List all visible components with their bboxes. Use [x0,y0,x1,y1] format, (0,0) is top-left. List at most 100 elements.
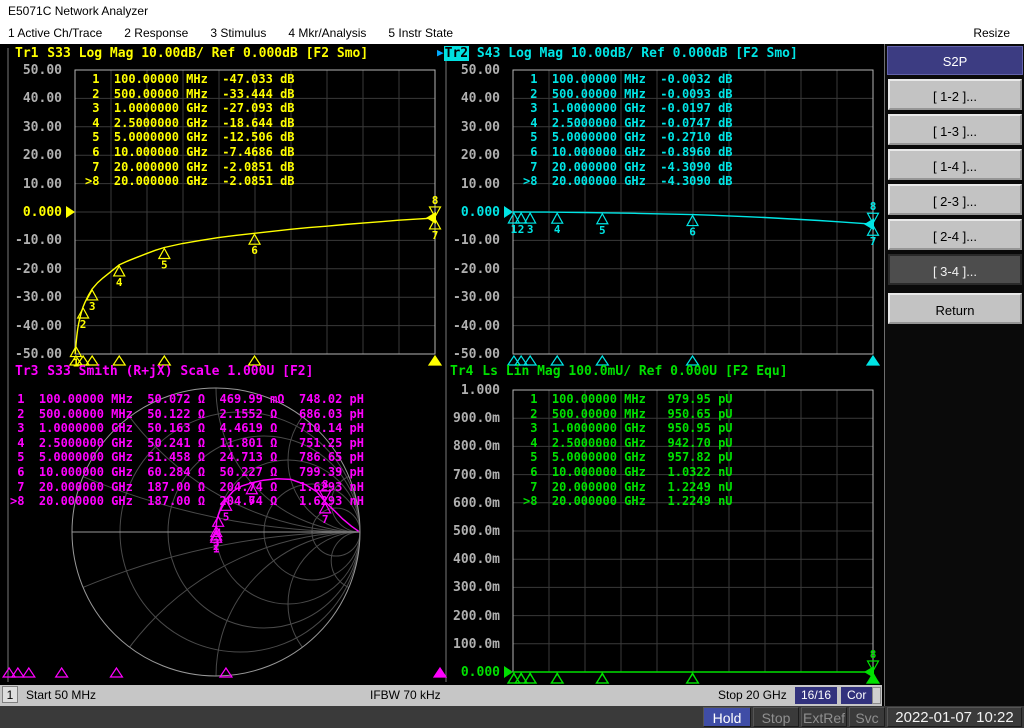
tr1-marker-row: 7 20.000000 GHz -2.0851 dB [85,159,295,174]
tr3-title-rest: S33 Smith (R+jX) Scale 1.000U [F2] [39,364,314,379]
tr4-ytick: 800.0m [453,439,500,455]
softkey-sidebar: S2P [ 1-2 ]... [ 1-3 ]... [ 1-4 ]... [ 2… [884,44,1024,706]
tr4-marker-row: 1 100.00000 MHz 979.95 pU [523,392,733,406]
tr3-marker-row: 6 10.000000 GHz 60.284 Ω 50.227 Ω 799.39… [10,464,365,479]
tr2-marker-row: 5 5.0000000 GHz -0.2710 dB [523,130,733,145]
tr4-title-head: Tr4 [450,364,474,379]
tr4-ytick: 1.000 [460,383,500,398]
softkey-return[interactable]: Return [888,293,1022,324]
tr4-ytick: 400.0m [453,552,500,568]
tr3-marker-row: 4 2.5000000 GHz 50.241 Ω 11.801 Ω 751.25… [10,435,365,450]
tr2-ytick: -20.00 [453,261,500,277]
tr4-ytick: 500.0m [453,524,500,539]
tr4-marker-row: 3 1.0000000 GHz 950.95 pU [523,421,733,436]
tr2-ytick: 40.00 [460,91,500,107]
tr3-marker-row: 3 1.0000000 GHz 50.163 Ω 4.4619 Ω 710.14… [10,421,365,436]
stop-frequency-label: Stop 20 GHz [718,688,787,702]
tr4-marker-row: 6 10.000000 GHz 1.0322 nU [523,464,733,479]
tr2-ytick: 0.000 [460,205,500,220]
tr1-marker-row: 4 2.5000000 GHz -18.644 dB [85,115,295,130]
tr2-marker-row: 7 20.000000 GHz -4.3090 dB [523,159,733,174]
tr2-title-head: Tr2 [443,46,470,61]
tr1-title-rest: S33 Log Mag 10.00dB/ Ref 0.000dB [F2 Smo… [39,46,369,61]
tr1-ytick: 50.00 [22,63,62,78]
hold-status-badge: Hold [703,707,751,727]
softkey-3-4[interactable]: [ 3-4 ]... [888,254,1022,285]
tr1-ytick: 0.000 [22,205,62,220]
tr3-marker-row: 2 500.00000 MHz 50.122 Ω 2.1552 Ω 686.03… [10,406,365,421]
menu-mkr-analysis[interactable]: 4 Mkr/Analysis [288,22,366,44]
tr2-marker-row: 3 1.0000000 GHz -0.0197 dB [523,101,733,116]
window-title: E5071C Network Analyzer [0,0,1024,22]
tr2-marker-row: 2 500.00000 MHz -0.0093 dB [523,86,733,101]
tr4-ytick: 700.0m [453,467,500,483]
tr2-ytick: -40.00 [453,318,500,334]
tr1-marker-row: 1 100.00000 MHz -47.033 dB [85,72,295,86]
tr1-ytick: 40.00 [22,91,62,107]
menu-bar: 1 Active Ch/Trace 2 Response 3 Stimulus … [0,22,1024,44]
tr2-ytick: 50.00 [460,63,500,78]
active-trace-arrow-icon: ▶ [437,46,444,59]
tr4-ytick: 100.0m [453,636,500,652]
tr2-marker-table: 1 100.00000 MHz -0.0032 dB 2 500.00000 M… [523,72,733,189]
tr1-ytick: -20.00 [15,261,62,277]
tr4-marker-row: 5 5.0000000 GHz 957.82 pU [523,450,733,465]
tr4-title: Tr4 Ls Lin Mag 100.0mU/ Ref 0.000U [F2 E… [449,364,788,380]
softkey-1-3[interactable]: [ 1-3 ]... [888,114,1022,145]
tr3-marker-table: 1 100.00000 MHz 50.072 Ω 469.99 mΩ 748.0… [10,392,364,509]
tr1-ytick: -40.00 [15,318,62,334]
tr2-ytick: 30.00 [460,119,500,135]
correction-badge: Cor [841,687,873,704]
tr1-marker-row: 3 1.0000000 GHz -27.093 dB [85,101,295,116]
menu-stimulus[interactable]: 3 Stimulus [210,22,266,44]
menu-resize[interactable]: Resize [973,22,1010,44]
softkey-header-s2p: S2P [887,46,1023,75]
stop-indicator: Stop [753,707,799,727]
softkey-1-2[interactable]: [ 1-2 ]... [888,79,1022,110]
tr1-marker-row: 6 10.000000 GHz -7.4686 dB [85,144,295,159]
tr1-title-head: Tr1 [15,46,39,61]
tr3-title: Tr3 S33 Smith (R+jX) Scale 1.000U [F2] [14,364,313,380]
instrument-status-bar: Hold Stop ExtRef Svc 2022-01-07 10:22 [0,706,1024,728]
tr2-title-rest: S43 Log Mag 10.00dB/ Ref 0.000dB [F2 Smo… [469,46,798,61]
softkey-2-4[interactable]: [ 2-4 ]... [888,219,1022,250]
tr2-ytick: -50.00 [453,347,500,362]
tr2-marker-row: 4 2.5000000 GHz -0.0747 dB [523,115,733,130]
tr1-ytick: 30.00 [22,119,62,135]
tr4-marker-table: 1 100.00000 MHz 979.95 pU 2 500.00000 MH… [523,392,733,509]
menu-active-ch-trace[interactable]: 1 Active Ch/Trace [8,22,102,44]
tr2-ytick: 10.00 [460,176,500,192]
menu-response[interactable]: 2 Response [124,22,188,44]
tr4-title-rest: Ls Lin Mag 100.0mU/ Ref 0.000U [F2 Equ] [474,364,788,379]
tr4-marker-row: 2 500.00000 MHz 950.65 pU [523,406,733,421]
menu-instr-state[interactable]: 5 Instr State [388,22,453,44]
tr3-marker-row: 5 5.0000000 GHz 51.458 Ω 24.713 Ω 786.65… [10,450,365,465]
tr1-ytick: -50.00 [15,347,62,362]
tr2-marker-row: >8 20.000000 GHz -4.3090 dB [523,174,733,189]
tr1-marker-row: 2 500.00000 MHz -33.444 dB [85,86,295,101]
tr1-ytick: -30.00 [15,290,62,306]
tr2-ytick: -10.00 [453,233,500,249]
tr4-ytick: 0.000 [460,665,500,680]
tr4-marker-row: 7 20.000000 GHz 1.2249 nU [523,479,733,494]
tr3-marker-row: >8 20.000000 GHz 187.00 Ω 204.74 Ω 1.629… [10,494,365,509]
trigger-indicator-box [872,687,881,704]
tr2-title: ▶Tr2 S43 Log Mag 10.00dB/ Ref 0.000dB [F… [437,46,798,62]
softkey-2-3[interactable]: [ 2-3 ]... [888,184,1022,215]
tr1-ytick: 20.00 [22,148,62,164]
tr2-marker-row: 6 10.000000 GHz -0.8960 dB [523,144,733,159]
tr1-title: Tr1 S33 Log Mag 10.00dB/ Ref 0.000dB [F2… [14,46,368,62]
tr2-ytick: 20.00 [460,148,500,164]
tr1-marker-table: 1 100.00000 MHz -47.033 dB 2 500.00000 M… [85,72,295,189]
tr1-marker-row: >8 20.000000 GHz -2.0851 dB [85,174,295,189]
tr1-ytick: 10.00 [22,176,62,192]
tr1-ytick: -10.00 [15,233,62,249]
datetime-display: 2022-01-07 10:22 [887,707,1022,727]
svc-indicator: Svc [849,707,885,727]
tr3-marker-row: 7 20.000000 GHz 187.00 Ω 204.74 Ω 1.6293… [10,479,365,494]
tr3-title-head: Tr3 [15,364,39,379]
tr4-ytick: 300.0m [453,580,500,596]
ifbw-label: IFBW 70 kHz [370,688,441,702]
tr2-marker-row: 1 100.00000 MHz -0.0032 dB [523,72,733,86]
softkey-1-4[interactable]: [ 1-4 ]... [888,149,1022,180]
